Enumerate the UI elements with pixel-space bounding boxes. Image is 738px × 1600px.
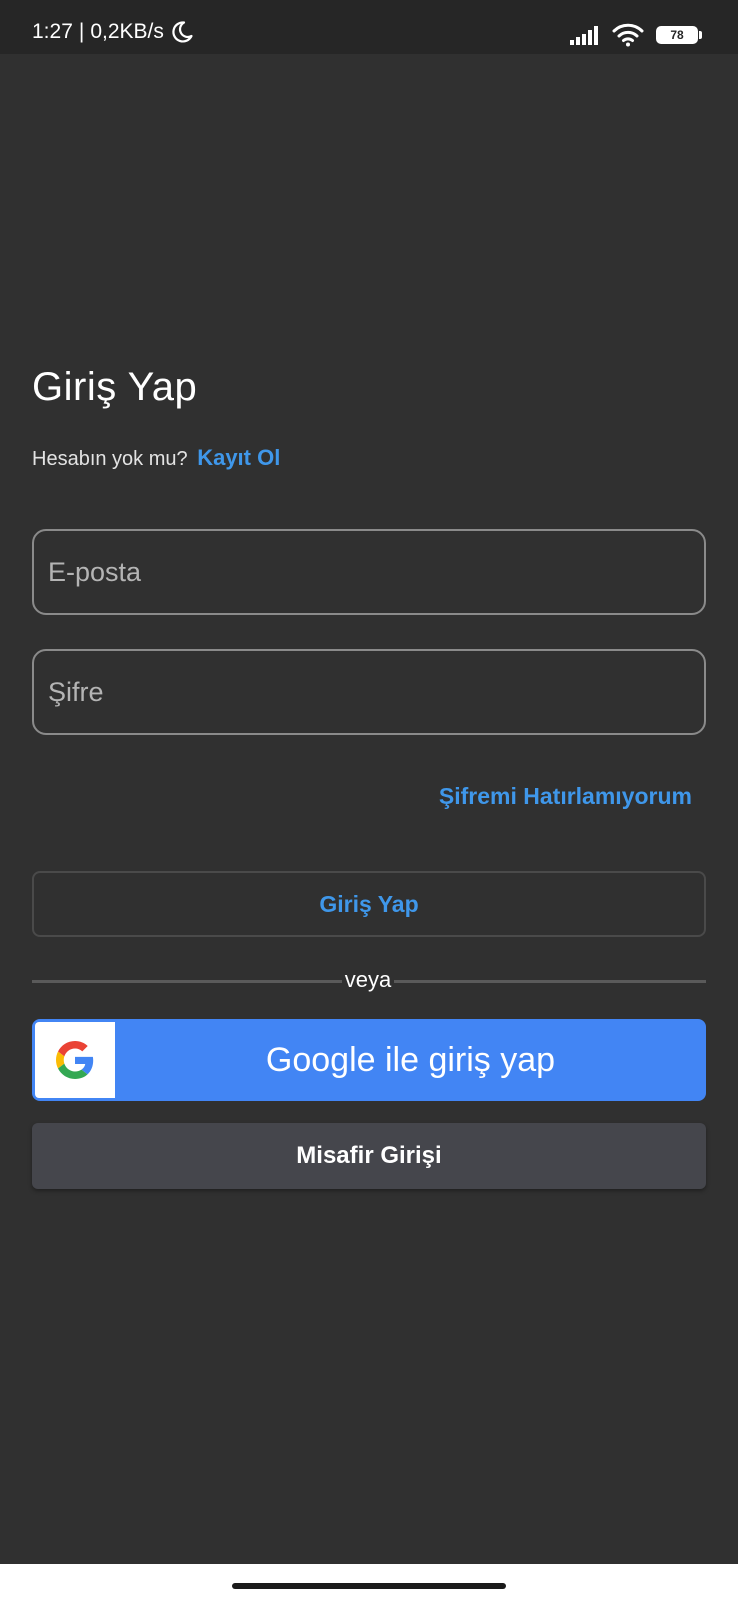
signal-icon [570, 25, 600, 45]
signup-link[interactable]: Kayıt Ol [197, 445, 280, 470]
moon-icon [170, 20, 194, 44]
battery-icon: 78 [656, 26, 702, 44]
status-network-speed: 0,2KB/s [90, 20, 164, 43]
google-signin-button[interactable]: Google ile giriş yap [32, 1019, 706, 1101]
page-title: Giriş Yap [32, 365, 198, 409]
google-logo-box [35, 1022, 115, 1098]
password-field[interactable] [32, 649, 706, 735]
status-separator: | [78, 20, 85, 43]
signup-row: Hesabın yok mu? Kayıt Ol [32, 445, 280, 471]
wifi-icon [612, 23, 644, 47]
forgot-password-link[interactable]: Şifremi Hatırlamıyorum [439, 783, 692, 810]
status-bar: 1:27 | 0,2KB/s 78 [0, 0, 738, 54]
status-time: 1:27 [32, 20, 73, 43]
battery-body: 78 [656, 26, 698, 44]
email-field[interactable] [32, 529, 706, 615]
battery-level: 78 [670, 28, 684, 42]
status-left: 1:27 | 0,2KB/s [32, 20, 194, 44]
divider-label: veya [344, 967, 392, 992]
navigation-bar [0, 1564, 738, 1600]
divider-line-left [32, 980, 342, 983]
google-signin-label: Google ile giriş yap [265, 1040, 556, 1079]
login-button[interactable]: Giriş Yap [32, 871, 706, 937]
google-icon [56, 1041, 94, 1079]
battery-tip [699, 31, 702, 39]
home-indicator[interactable] [232, 1583, 506, 1589]
status-right: 78 [570, 20, 702, 50]
no-account-text: Hesabın yok mu? [32, 448, 188, 470]
divider-line-right [394, 980, 706, 983]
guest-login-button[interactable]: Misafir Girişi [32, 1123, 706, 1189]
